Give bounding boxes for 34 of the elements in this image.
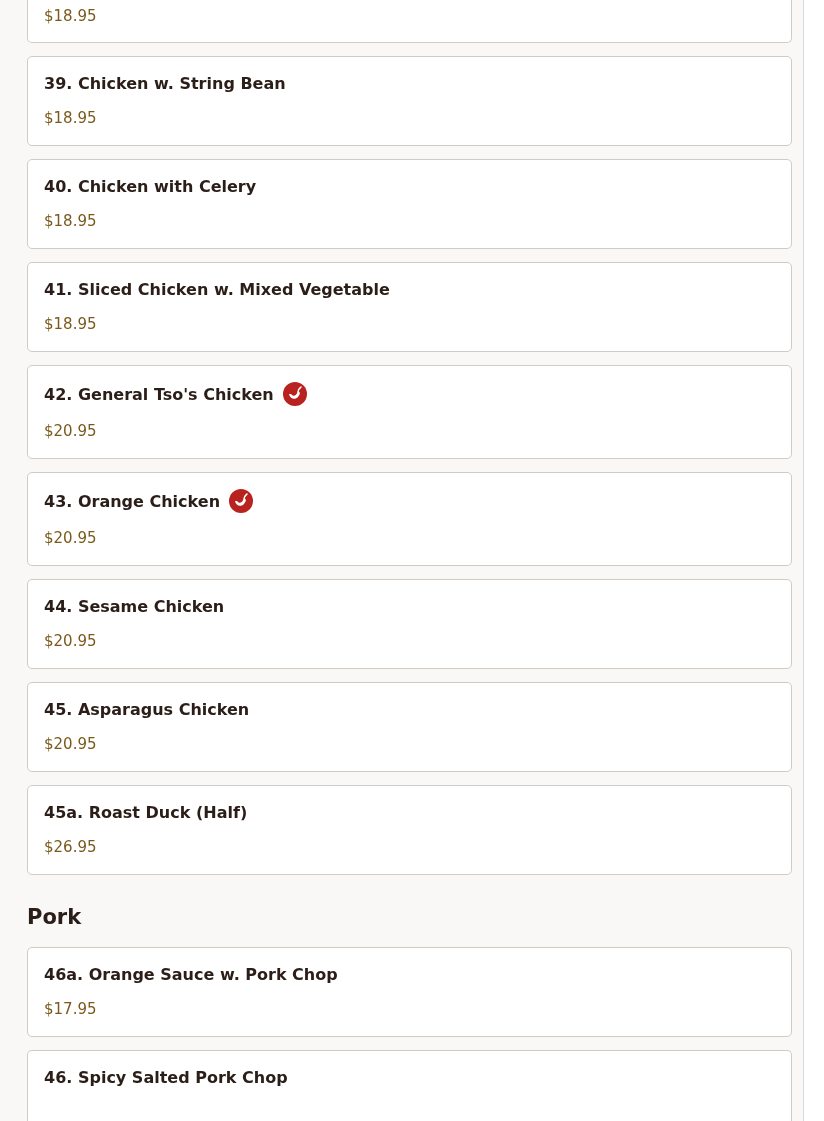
menu-item-card[interactable]: 42. General Tso's Chicken $20.95 <box>27 365 792 459</box>
menu-item-card[interactable]: 46a. Orange Sauce w. Pork Chop $17.95 <box>27 947 792 1038</box>
menu-item-card[interactable]: 46. Spicy Salted Pork Chop <box>27 1050 792 1121</box>
menu-item-card[interactable]: 43. Orange Chicken $20.95 <box>27 472 792 566</box>
item-price: $17.95 <box>44 1000 98 1019</box>
item-name: 42. General Tso's Chicken <box>44 384 274 404</box>
menu-item-card[interactable]: 39. Chicken w. String Bean $18.95 <box>27 56 792 146</box>
item-name: 44. Sesame Chicken <box>44 596 225 616</box>
item-name: 41. Sliced Chicken w. Mixed Vegetable <box>44 279 390 299</box>
item-name: 46. Spicy Salted Pork Chop <box>44 1067 288 1087</box>
item-price: $18.95 <box>44 109 98 127</box>
item-price: $26.95 <box>44 838 98 856</box>
menu-item-card[interactable]: $18.95 <box>27 0 792 43</box>
menu-item-card[interactable]: 45a. Roast Duck (Half) $26.95 <box>27 785 792 875</box>
item-name: 43. Orange Chicken <box>44 491 221 511</box>
item-price: $18.95 <box>44 7 98 25</box>
item-price: $20.95 <box>44 422 98 440</box>
section-heading: Pork <box>27 905 83 931</box>
item-name: 45a. Roast Duck (Half) <box>44 802 248 822</box>
item-price: $20.95 <box>44 529 98 547</box>
item-name: 39. Chicken w. String Bean <box>44 73 286 93</box>
menu-item-card[interactable]: 40. Chicken with Celery $18.95 <box>27 159 792 249</box>
menu-item-card[interactable]: 45. Asparagus Chicken $20.95 <box>27 682 792 772</box>
item-price: $18.95 <box>44 212 98 230</box>
item-price: $20.95 <box>44 632 98 650</box>
menu-item-card[interactable]: 44. Sesame Chicken $20.95 <box>27 579 792 669</box>
item-name: 46a. Orange Sauce w. Pork Chop <box>44 964 338 984</box>
item-name: 45. Asparagus Chicken <box>44 699 250 719</box>
chili-pepper-icon <box>282 382 307 406</box>
item-price: $18.95 <box>44 315 98 333</box>
item-name: 40. Chicken with Celery <box>44 176 257 196</box>
chili-pepper-icon <box>229 489 254 513</box>
item-price: $20.95 <box>44 735 98 753</box>
menu-item-card[interactable]: 41. Sliced Chicken w. Mixed Vegetable $18.95 <box>27 262 792 352</box>
